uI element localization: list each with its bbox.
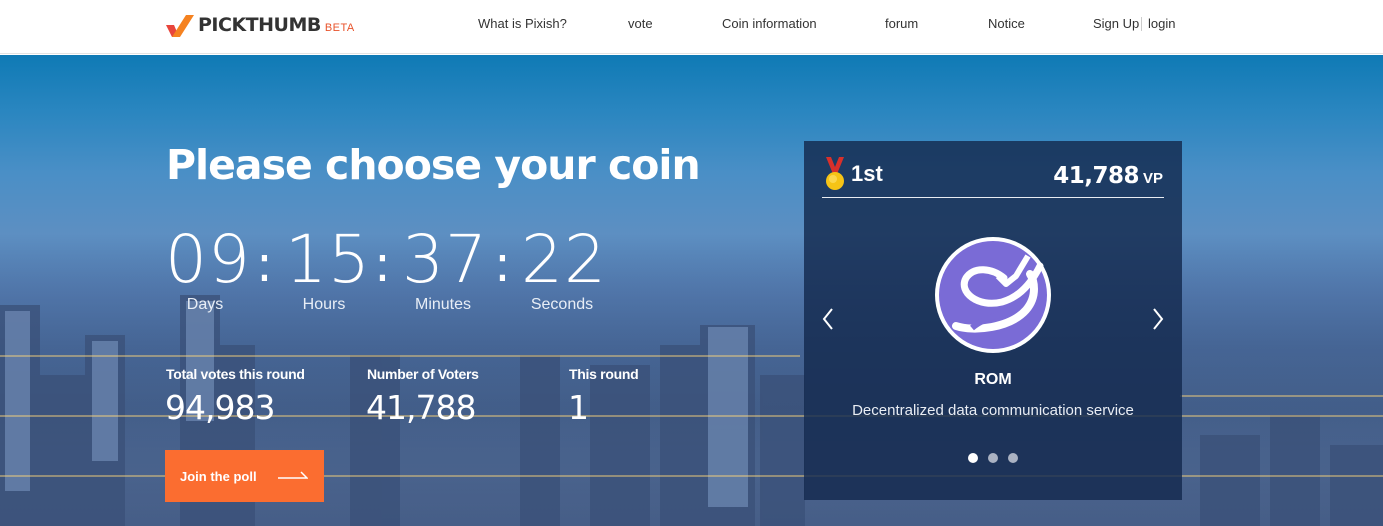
rom-coin-logo-icon[interactable] [934,236,1052,354]
nav-coin-information[interactable]: Coin information [722,16,817,31]
login-link[interactable]: login [1148,16,1175,31]
countdown-label-minutes: Minutes [414,296,472,313]
vote-points-unit: VP [1142,170,1163,187]
chevron-left-icon[interactable] [820,306,836,332]
countdown-label-days: Days [186,296,224,313]
countdown-separator: : [256,235,273,293]
page-title: Please choose your coin [166,141,701,189]
nav-forum[interactable]: forum [885,16,918,31]
coin-name: ROM [974,371,1012,388]
join-poll-label: Join the poll [180,468,257,484]
stat-total-votes-label: Total votes this round [166,366,305,382]
logo-text: PICKTHUMB [198,14,321,36]
vote-points: 41,788 VP [1053,163,1163,189]
join-poll-button[interactable]: Join the poll [165,450,324,502]
stat-voters-value: 41,788 [366,388,476,427]
hero-section: Please choose your coin 09 : 15 : 37 : 2… [0,55,1383,526]
stat-voters-label: Number of Voters [367,366,479,382]
carousel-dot[interactable] [968,453,978,463]
nav-what-is-pixish[interactable]: What is Pixish? [478,16,567,31]
rank-badge: 1st [822,157,883,191]
checkmark-logo-icon [166,15,194,37]
carousel-dot[interactable] [1008,453,1018,463]
stat-total-votes-value: 94,983 [165,388,275,427]
countdown-seconds: 22 [521,221,607,298]
ranking-card: 1st 41,788 VP ROM Decentralized data com… [804,141,1182,500]
nav-vote[interactable]: vote [628,16,653,31]
sign-up-link[interactable]: Sign Up [1093,16,1139,31]
nav-notice[interactable]: Notice [988,16,1025,31]
countdown-separator: : [374,235,391,293]
countdown-label-hours: Hours [302,296,346,313]
countdown-days: 09 [165,221,251,298]
beta-badge: BETA [324,22,355,34]
coin-description: Decentralized data communication service [852,402,1134,419]
carousel-indicators [968,453,1018,463]
arrow-right-icon [278,471,308,479]
carousel-dot[interactable] [988,453,998,463]
stat-round-label: This round [569,366,639,382]
countdown-hours: 15 [285,221,371,298]
countdown-label-seconds: Seconds [530,296,594,313]
gold-medal-icon [826,157,844,190]
countdown-minutes: 37 [402,221,488,298]
auth-divider [1141,17,1142,31]
chevron-right-icon[interactable] [1150,306,1166,332]
site-header: PICKTHUMB BETA What is Pixish? vote Coin… [0,0,1383,54]
rank-label: 1st [851,161,883,186]
stat-round-value: 1 [568,388,589,427]
countdown-separator: : [494,235,511,293]
vote-points-value: 41,788 [1053,163,1139,189]
divider [822,197,1164,198]
site-logo[interactable]: PICKTHUMB BETA [165,11,355,39]
